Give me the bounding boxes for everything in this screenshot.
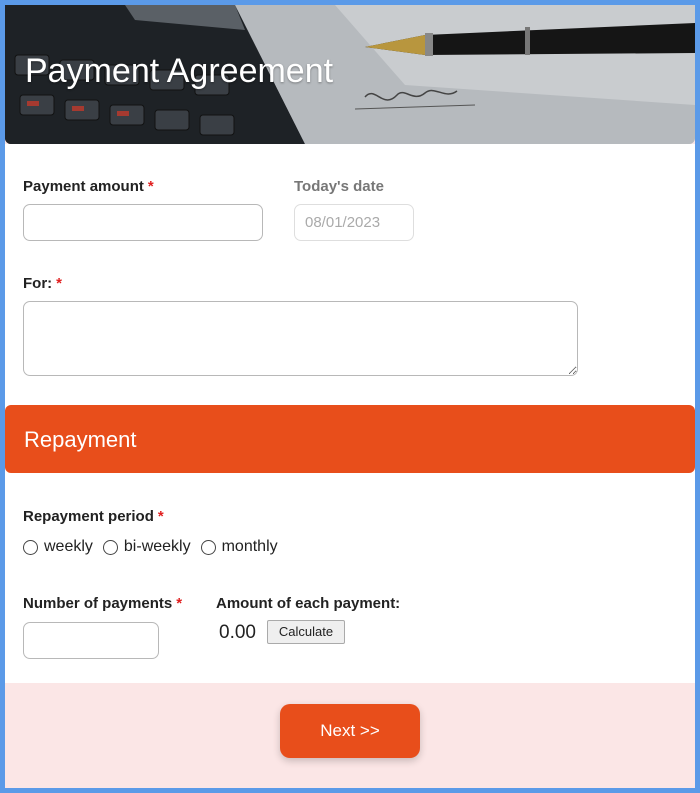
payment-amount-label: Payment amount * [23,178,154,195]
todays-date-label: Today's date [294,178,384,195]
radio-bi-weekly[interactable]: bi-weekly [102,538,191,556]
required-marker: * [176,595,183,612]
radio-label-weekly: weekly [44,538,93,555]
radio-button-icon[interactable] [200,539,216,555]
todays-date-field: 08/01/2023 [294,204,414,241]
required-marker: * [157,508,164,525]
number-of-payments-label: Number of payments * [23,595,182,612]
amount-each-payment-value: 0.00 [219,622,256,643]
form-frame: Payment Agreement Payment amount * Today'… [5,5,695,788]
repayment-period-options: weekly bi-weekly monthly [23,538,288,556]
radio-monthly[interactable]: monthly [200,538,278,556]
payment-amount-input[interactable] [23,204,263,241]
for-label-text: For: [23,275,53,292]
for-textarea[interactable] [23,301,578,376]
radio-weekly[interactable]: weekly [23,538,93,556]
repayment-section-title: Repayment [24,427,137,452]
page-title: Payment Agreement [25,52,334,90]
number-of-payments-input[interactable] [23,622,159,659]
amount-each-payment-label: Amount of each payment: [216,595,401,612]
required-marker: * [56,275,63,292]
number-of-payments-label-text: Number of payments [23,595,173,612]
payment-amount-label-text: Payment amount [23,178,144,195]
calculate-button[interactable]: Calculate [267,620,345,644]
required-marker: * [147,178,154,195]
radio-button-icon[interactable] [23,539,38,555]
radio-label-bi-weekly: bi-weekly [123,538,191,555]
header-banner: Payment Agreement [5,5,695,144]
radio-button-icon[interactable] [102,539,118,555]
radio-label-monthly: monthly [221,538,278,555]
for-label: For: * [23,275,62,292]
repayment-period-label-text: Repayment period [23,508,154,525]
repayment-section-header: Repayment [5,405,695,473]
next-button[interactable]: Next >> [280,704,420,758]
repayment-period-label: Repayment period * [23,508,164,525]
